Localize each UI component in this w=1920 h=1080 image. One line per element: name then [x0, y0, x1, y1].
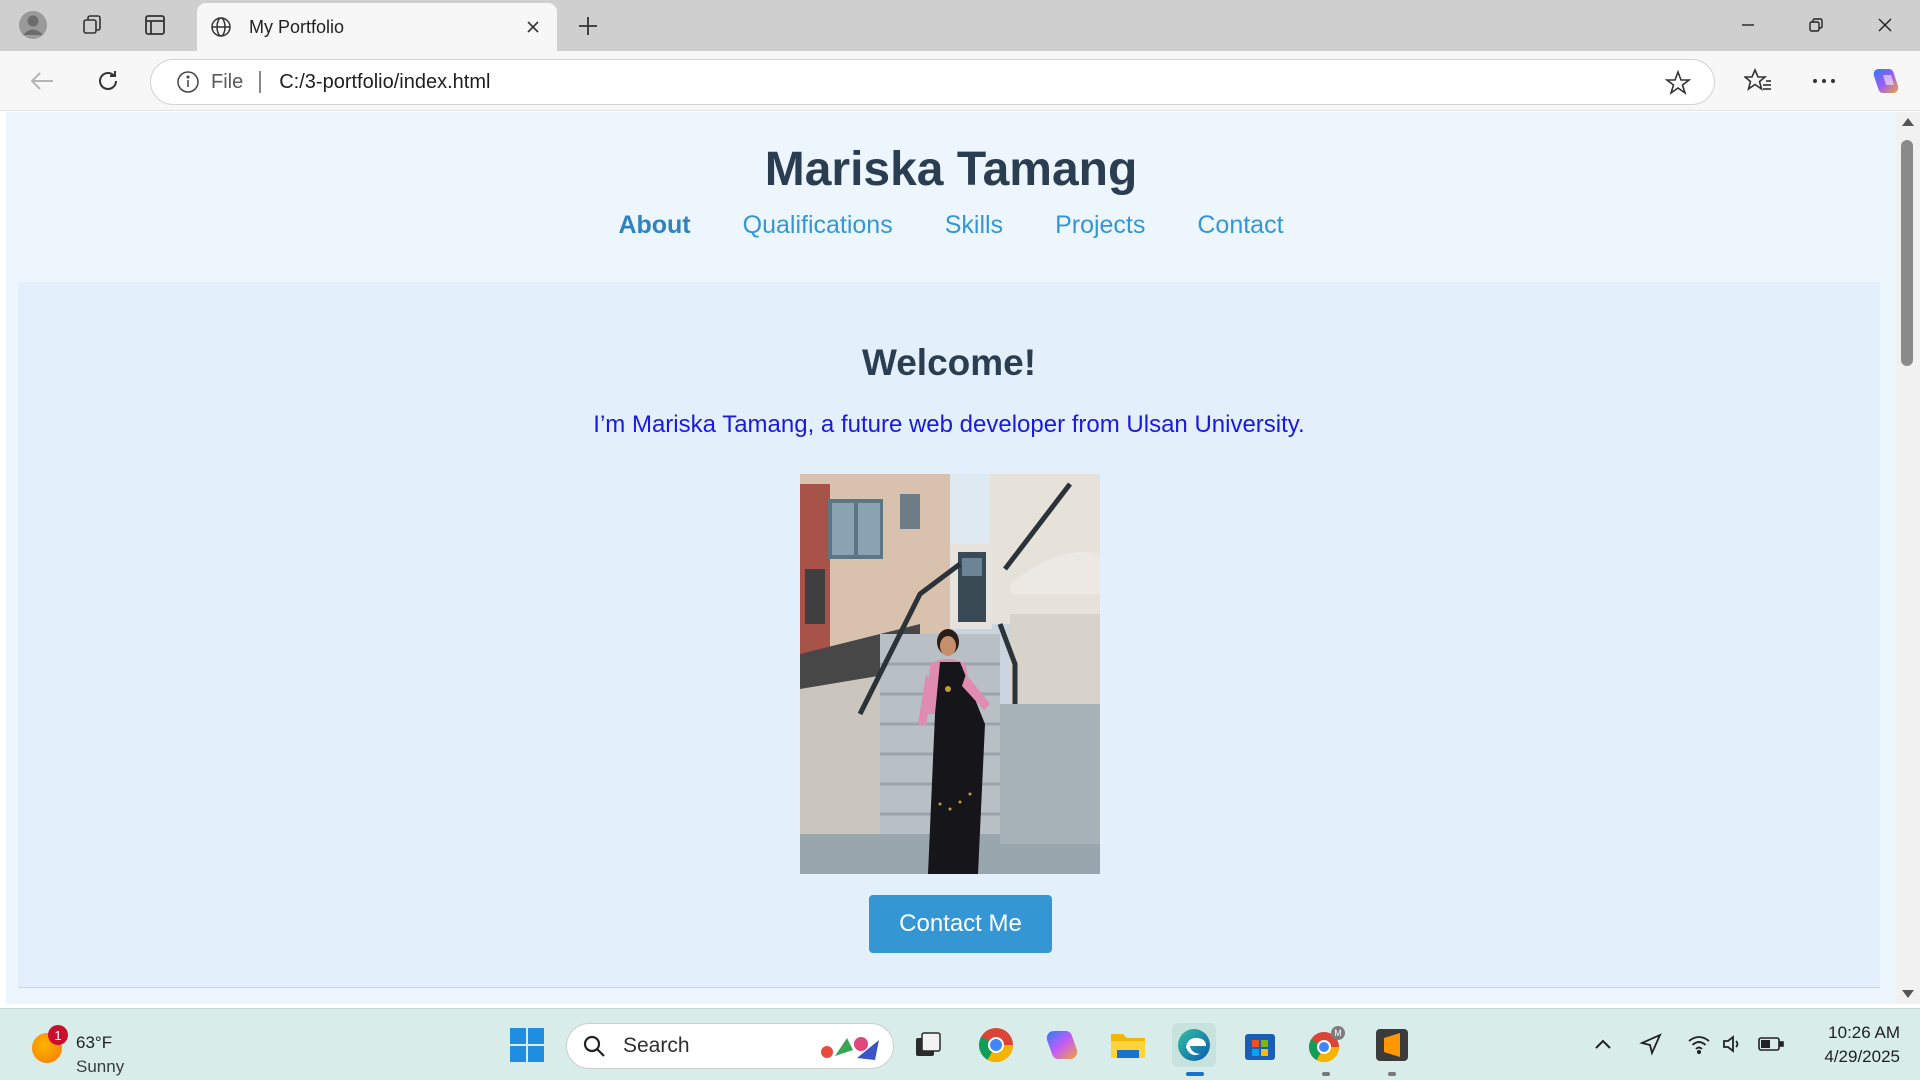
svg-text:M: M: [1334, 1028, 1342, 1038]
close-icon[interactable]: [521, 15, 545, 39]
copilot-app-icon[interactable]: [1040, 1023, 1084, 1067]
scroll-up-arrow-icon[interactable]: [1902, 118, 1914, 126]
address-scheme: File: [211, 70, 244, 93]
favorites-icon[interactable]: [1738, 61, 1778, 101]
clock-time: 10:26 AM: [1828, 1023, 1900, 1042]
store-icon[interactable]: [1238, 1023, 1282, 1067]
favorite-star-icon[interactable]: [1664, 69, 1692, 97]
site-nav: About Qualifications Skills Projects Con…: [6, 198, 1896, 284]
taskbar-search[interactable]: Search: [566, 1023, 894, 1069]
scroll-down-arrow-icon[interactable]: [1902, 990, 1914, 998]
active-tab[interactable]: My Portfolio: [197, 3, 557, 51]
windows-start-icon[interactable]: [505, 1023, 549, 1067]
tab-strip: My Portfolio: [0, 0, 1920, 51]
sublime-icon[interactable]: [1370, 1023, 1414, 1067]
address-separator: [259, 71, 262, 93]
copilot-icon[interactable]: [1866, 61, 1906, 101]
address-bar[interactable]: File C:/3-portfolio/index.html: [150, 59, 1715, 105]
volume-icon[interactable]: [1718, 1029, 1748, 1059]
info-icon[interactable]: [175, 69, 201, 95]
contact-me-button[interactable]: Contact Me: [869, 895, 1052, 953]
edge-icon[interactable]: [1172, 1023, 1216, 1067]
site-title: Mariska Tamang: [764, 143, 1138, 196]
nav-link-skills[interactable]: Skills: [945, 210, 1003, 284]
welcome-heading: Welcome!: [861, 342, 1037, 383]
intro-text: I’m Mariska Tamang, a future web develop…: [593, 411, 1305, 438]
site-header: Mariska Tamang About Qualifications Skil…: [6, 112, 1896, 284]
about-section: Welcome! I’m Mariska Tamang, a future we…: [18, 282, 1880, 988]
weather-condition: Sunny: [76, 1057, 125, 1076]
more-icon[interactable]: [1804, 61, 1844, 101]
taskbar: 1 63°F Sunny Search M 10:26 AM 4/29/2025: [0, 1008, 1920, 1080]
nav-link-about[interactable]: About: [618, 210, 690, 284]
globe-icon: [209, 15, 233, 39]
wifi-icon[interactable]: [1684, 1029, 1714, 1059]
scrollbar-thumb[interactable]: [1901, 140, 1913, 366]
page-viewport: Mariska Tamang About Qualifications Skil…: [6, 112, 1896, 1004]
edge-active-indicator: [1186, 1072, 1204, 1076]
restore-icon[interactable]: [1786, 4, 1846, 46]
location-icon[interactable]: [1636, 1029, 1666, 1059]
profile-photo: [800, 474, 1100, 874]
workspaces-icon[interactable]: [74, 7, 112, 43]
chrome-running-indicator: [1322, 1072, 1330, 1076]
window-close-icon[interactable]: [1855, 4, 1915, 46]
tab-title: My Portfolio: [249, 16, 345, 37]
profile-icon[interactable]: [14, 7, 52, 43]
sublime-running-indicator: [1388, 1072, 1396, 1076]
tab-actions-icon[interactable]: [136, 7, 174, 43]
minimize-icon[interactable]: [1718, 4, 1778, 46]
nav-link-contact[interactable]: Contact: [1197, 210, 1283, 284]
chrome-profile-icon[interactable]: M: [1304, 1023, 1348, 1067]
chevron-up-icon[interactable]: [1588, 1029, 1618, 1059]
vertical-scrollbar[interactable]: [1896, 112, 1920, 1004]
chrome-icon[interactable]: [974, 1023, 1018, 1067]
battery-icon[interactable]: [1756, 1029, 1786, 1059]
weather-widget[interactable]: 1 63°F Sunny: [28, 1021, 148, 1076]
new-tab-icon[interactable]: [570, 8, 606, 44]
browser-toolbar: File C:/3-portfolio/index.html: [0, 51, 1920, 111]
search-icon: [581, 1033, 607, 1059]
clock[interactable]: 10:26 AM 4/29/2025: [1800, 1021, 1900, 1069]
nav-link-projects[interactable]: Projects: [1055, 210, 1145, 284]
file-explorer-icon[interactable]: [1106, 1023, 1150, 1067]
weather-temp: 63°F: [76, 1033, 113, 1052]
refresh-icon[interactable]: [88, 61, 128, 101]
nav-link-qualifications[interactable]: Qualifications: [743, 210, 893, 284]
task-view-icon[interactable]: [906, 1023, 950, 1067]
notification-badge: 1: [48, 1025, 68, 1045]
address-url[interactable]: C:/3-portfolio/index.html: [279, 71, 490, 94]
clock-date: 4/29/2025: [1824, 1047, 1900, 1066]
search-highlight-icon: [817, 1030, 883, 1069]
back-icon[interactable]: [22, 61, 62, 101]
search-label: Search: [623, 1034, 690, 1057]
